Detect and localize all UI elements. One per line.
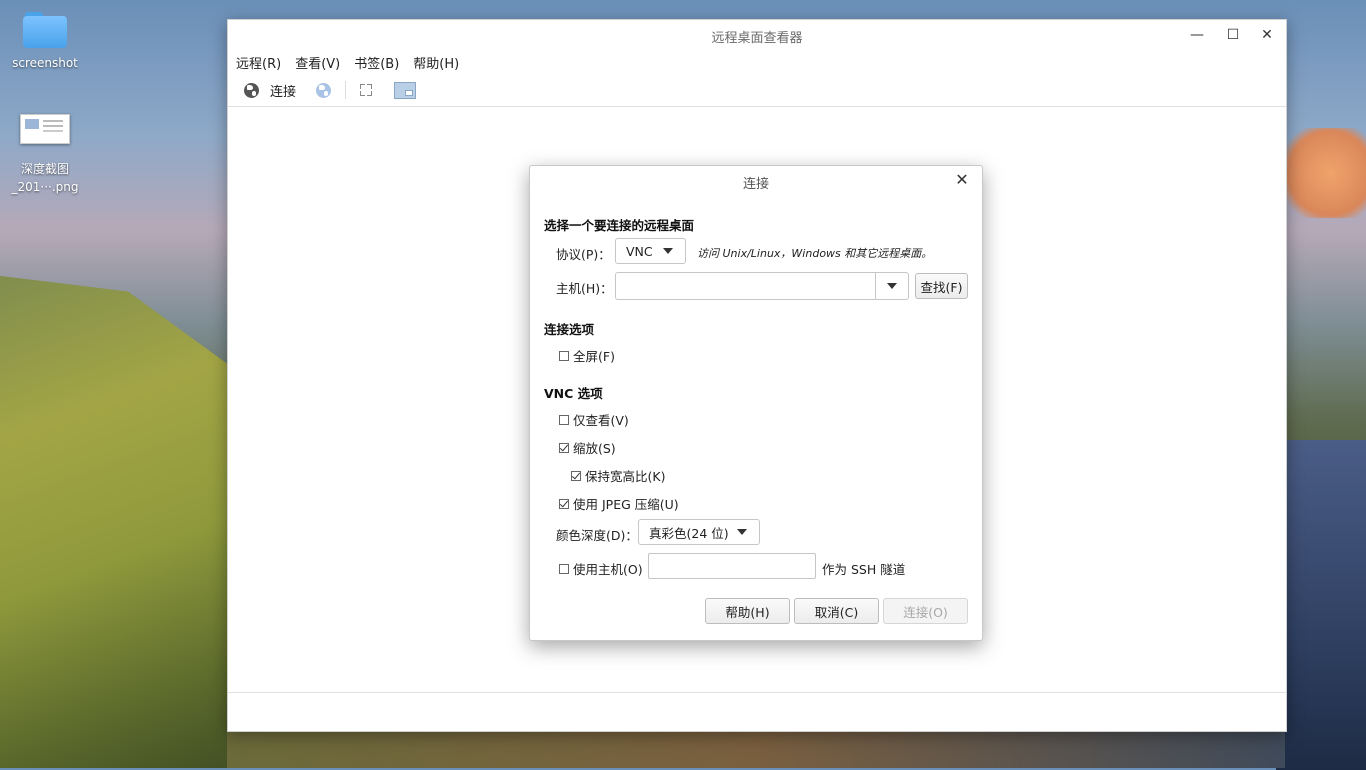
screenshot-toolbar-button[interactable] [390, 76, 420, 104]
desktop-icon-screenshot[interactable]: screenshot [0, 12, 90, 72]
keep-ratio-checkbox[interactable]: 保持宽高比(K) [571, 466, 665, 485]
help-button[interactable]: 帮助(H) [705, 598, 790, 624]
fullscreen-toolbar-button[interactable] [356, 76, 376, 104]
chevron-down-icon [737, 529, 747, 535]
ssh-tunnel-label: 作为 SSH 隧道 [822, 559, 905, 578]
menubar: 远程(R) 查看(V) 书签(B) 帮助(H) [228, 50, 1286, 74]
jpeg-label: 使用 JPEG 压缩(U) [573, 494, 679, 513]
close-icon: ✕ [955, 170, 968, 189]
window-title: 远程桌面查看器 [228, 27, 1286, 46]
globe-icon [244, 83, 259, 98]
statusbar [228, 692, 1286, 731]
checkbox-box-checked [559, 499, 569, 509]
menu-view[interactable]: 查看(V) [295, 53, 340, 72]
view-only-checkbox[interactable]: 仅查看(V) [559, 410, 629, 429]
screenshot-icon [394, 82, 416, 99]
toolbar-separator [345, 81, 346, 99]
window-titlebar[interactable]: 远程桌面查看器 — ☐ ✕ [228, 20, 1286, 50]
ssh-host-label: 使用主机(O) [573, 559, 643, 578]
color-depth-value: 真彩色(24 位) [639, 523, 737, 542]
open-connection-button[interactable] [312, 76, 335, 104]
protocol-value: VNC [616, 244, 663, 259]
help-button-label: 帮助(H) [725, 602, 769, 621]
checkbox-box [559, 564, 569, 574]
checkbox-box-checked [559, 443, 569, 453]
color-depth-label: 颜色深度(D)： [556, 525, 638, 544]
desktop-wallpaper-cloud [1276, 128, 1366, 218]
checkbox-box-checked [571, 471, 581, 481]
section-connection-heading: 连接选项 [544, 319, 594, 338]
jpeg-checkbox[interactable]: 使用 JPEG 压缩(U) [559, 494, 679, 513]
host-dropdown-button[interactable] [875, 273, 908, 299]
toolbar: 连接 [228, 74, 1286, 107]
connect-toolbar-button[interactable]: 连接 [240, 76, 300, 104]
dialog-close-button[interactable]: ✕ [952, 170, 972, 190]
color-depth-select[interactable]: 真彩色(24 位) [638, 519, 760, 545]
host-label: 主机(H)： [556, 278, 613, 297]
desktop-icon-label: 深度截图 _201···.png [0, 160, 90, 196]
protocol-select[interactable]: VNC [615, 238, 686, 264]
keep-ratio-label: 保持宽高比(K) [585, 466, 665, 485]
maximize-icon: ☐ [1227, 27, 1240, 43]
section-remote-heading: 选择一个要连接的远程桌面 [544, 215, 694, 234]
host-input[interactable] [616, 273, 875, 299]
chevron-down-icon [887, 283, 897, 289]
protocol-label: 协议(P)： [556, 244, 611, 263]
ssh-host-input[interactable] [648, 553, 816, 579]
view-only-label: 仅查看(V) [573, 410, 629, 429]
minimize-icon: — [1190, 27, 1204, 43]
image-file-icon [20, 114, 70, 144]
fullscreen-checkbox[interactable]: 全屏(F) [559, 346, 615, 365]
connect-button[interactable]: 连接(O) [883, 598, 968, 624]
protocol-description: 访问 Unix/Linux，Windows 和其它远程桌面。 [697, 245, 932, 261]
fullscreen-label: 全屏(F) [573, 346, 615, 365]
dialog-title: 连接 [530, 173, 982, 192]
globe-disabled-icon [316, 83, 331, 98]
connect-dialog: 连接 ✕ 选择一个要连接的远程桌面 协议(P)： VNC 访问 Unix/Lin… [529, 165, 983, 641]
checkbox-box [559, 415, 569, 425]
menu-bookmarks[interactable]: 书签(B) [354, 53, 399, 72]
folder-icon [23, 12, 67, 48]
chevron-down-icon [663, 248, 673, 254]
checkbox-box [559, 351, 569, 361]
close-button[interactable]: ✕ [1250, 20, 1284, 50]
cancel-button[interactable]: 取消(C) [794, 598, 879, 624]
section-vnc-heading: VNC 选项 [544, 383, 603, 402]
minimize-button[interactable]: — [1180, 20, 1214, 50]
ssh-host-checkbox[interactable]: 使用主机(O) [559, 559, 643, 578]
find-button-label: 查找(F) [921, 277, 963, 296]
desktop-icon-png[interactable]: 深度截图 _201···.png [0, 114, 90, 196]
fullscreen-icon [360, 84, 372, 96]
cancel-button-label: 取消(C) [815, 602, 858, 621]
menu-help[interactable]: 帮助(H) [413, 53, 459, 72]
desktop-wallpaper-ground [227, 730, 1285, 768]
host-combo [615, 272, 909, 300]
close-icon: ✕ [1261, 27, 1273, 43]
maximize-button[interactable]: ☐ [1216, 20, 1250, 50]
scale-label: 缩放(S) [573, 438, 616, 457]
desktop-wallpaper-mountain [1276, 440, 1366, 770]
menu-remote[interactable]: 远程(R) [236, 53, 281, 72]
connect-toolbar-label: 连接 [270, 81, 296, 100]
desktop-icon-label: screenshot [0, 54, 90, 72]
scale-checkbox[interactable]: 缩放(S) [559, 438, 616, 457]
connect-button-label: 连接(O) [903, 602, 948, 621]
find-button[interactable]: 查找(F) [915, 273, 968, 299]
